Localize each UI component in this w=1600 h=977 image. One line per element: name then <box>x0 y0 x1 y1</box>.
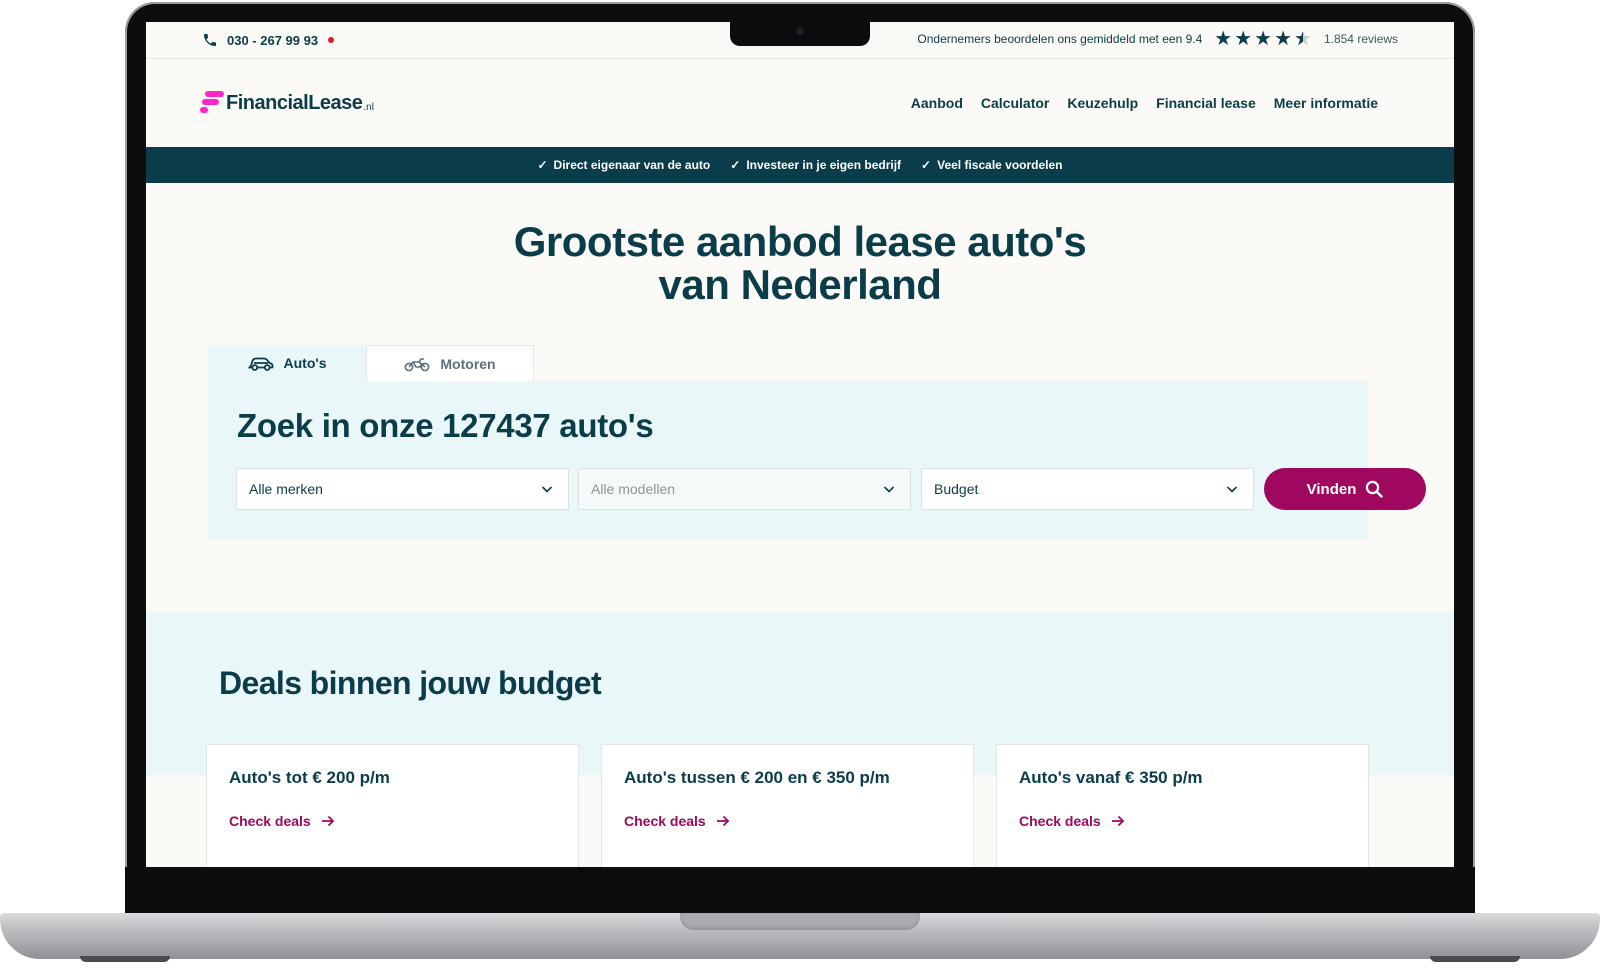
star-icon: ★ <box>1274 28 1293 50</box>
deals-title: Deals binnen jouw budget <box>219 665 602 701</box>
laptop-base-notch <box>680 913 920 930</box>
nav-item-meer-informatie[interactable]: Meer informatie <box>1274 95 1378 111</box>
deal-card[interactable]: Auto's tot € 200 p/m Check deals <box>206 744 579 867</box>
laptop-foot-left <box>80 956 170 962</box>
search-title: Zoek in onze 127437 auto's <box>237 407 654 444</box>
chevron-down-icon <box>1226 486 1238 493</box>
deal-card-title: Auto's tot € 200 p/m <box>229 768 390 787</box>
review-count: 1.854 reviews <box>1323 32 1398 46</box>
usp-text: Veel fiscale voordelen <box>937 158 1063 172</box>
rating-summary[interactable]: Ondernemers beoordelen ons gemiddeld met… <box>917 28 1398 50</box>
search-icon <box>1366 480 1384 498</box>
check-deals-label: Check deals <box>229 813 311 829</box>
usp-item: ✓ Investeer in je eigen bedrijf <box>730 158 901 172</box>
arrow-right-icon <box>1111 815 1124 827</box>
usp-item: ✓ Direct eigenaar van de auto <box>537 158 710 172</box>
search-panel: Zoek in onze 127437 auto's Alle merken A… <box>208 381 1426 539</box>
main-nav: Aanbod Calculator Keuzehulp Financial le… <box>911 95 1378 111</box>
deal-card[interactable]: Auto's tussen € 200 en € 350 p/m Check d… <box>601 744 974 867</box>
phone-icon <box>204 34 216 46</box>
brand-select-value: Alle merken <box>249 481 323 497</box>
car-icon <box>247 357 273 371</box>
chevron-down-icon <box>541 486 553 493</box>
hero-title: Grootste aanbod lease auto's van Nederla… <box>146 220 1454 306</box>
hero-title-line: Grootste aanbod lease auto's <box>513 218 1087 265</box>
model-select[interactable]: Alle modellen <box>578 468 911 510</box>
nav-item-keuzehulp[interactable]: Keuzehulp <box>1067 95 1138 111</box>
nav-item-aanbod[interactable]: Aanbod <box>911 95 963 111</box>
check-deals-label: Check deals <box>1019 813 1101 829</box>
budget-select-value: Budget <box>934 481 979 497</box>
usp-bar: ✓ Direct eigenaar van de auto ✓ Investeer … <box>146 147 1454 183</box>
check-icon: ✓ <box>730 158 741 172</box>
check-deals-link[interactable]: Check deals <box>624 813 730 829</box>
status-dot <box>328 37 335 43</box>
laptop-foot-right <box>1430 956 1520 962</box>
star-icon: ★ <box>1254 28 1273 50</box>
check-deals-link[interactable]: Check deals <box>1019 813 1125 829</box>
camera-notch <box>730 22 870 46</box>
star-icon: ★ <box>1234 28 1253 50</box>
phone-number: 030 - 267 99 93 <box>227 32 319 48</box>
tab-motoren[interactable]: Motoren <box>366 345 534 382</box>
vehicle-tabs: Auto's Motoren <box>208 345 534 382</box>
nav-item-financial-lease[interactable]: Financial lease <box>1156 95 1256 111</box>
camera-icon <box>796 27 804 35</box>
deal-card[interactable]: Auto's vanaf € 350 p/m Check deals <box>996 744 1369 867</box>
chevron-down-icon <box>883 486 895 493</box>
arrow-right-icon <box>716 815 729 827</box>
usp-text: Investeer in je eigen bedrijf <box>746 158 902 172</box>
rating-text: Ondernemers beoordelen ons gemiddeld met… <box>917 32 1203 46</box>
logo-text: FinancialLease <box>226 92 363 114</box>
model-select-value: Alle modellen <box>591 481 676 497</box>
site-logo[interactable]: FinancialLease .nl <box>200 91 374 115</box>
hero-title-line: van Nederland <box>658 261 942 308</box>
deal-card-title: Auto's tussen € 200 en € 350 p/m <box>624 768 890 787</box>
motorcycle-icon <box>404 357 430 371</box>
check-icon: ✓ <box>921 158 932 172</box>
laptop-chin <box>125 867 1475 917</box>
usp-item: ✓ Veel fiscale voordelen <box>921 158 1062 172</box>
check-deals-label: Check deals <box>624 813 706 829</box>
tab-autos-label: Auto's <box>283 355 327 371</box>
star-rating: ★ ★ ★ ★ ★ <box>1214 28 1314 50</box>
find-button-label: Vinden <box>1306 480 1357 498</box>
logo-tld: .nl <box>363 102 374 113</box>
tab-motoren-label: Motoren <box>440 355 496 372</box>
browser-screen: 030 - 267 99 93 Ondernemers beoordelen o… <box>146 22 1454 867</box>
check-deals-link[interactable]: Check deals <box>229 813 335 829</box>
logo-mark-icon <box>200 91 224 115</box>
usp-text: Direct eigenaar van de auto <box>553 158 711 172</box>
check-icon: ✓ <box>537 158 548 172</box>
nav-item-calculator[interactable]: Calculator <box>981 95 1049 111</box>
half-star-icon: ★ <box>1294 29 1312 49</box>
tab-autos[interactable]: Auto's <box>208 345 366 381</box>
arrow-right-icon <box>321 815 334 827</box>
find-button[interactable]: Vinden <box>1264 468 1426 510</box>
brand-select[interactable]: Alle merken <box>236 468 569 510</box>
star-icon: ★ <box>1214 28 1233 50</box>
budget-select[interactable]: Budget <box>921 468 1254 510</box>
phone-link[interactable]: 030 - 267 99 93 <box>202 32 335 48</box>
deal-card-title: Auto's vanaf € 350 p/m <box>1019 768 1203 787</box>
site-header: FinancialLease .nl Aanbod Calculator Keu… <box>146 59 1454 147</box>
